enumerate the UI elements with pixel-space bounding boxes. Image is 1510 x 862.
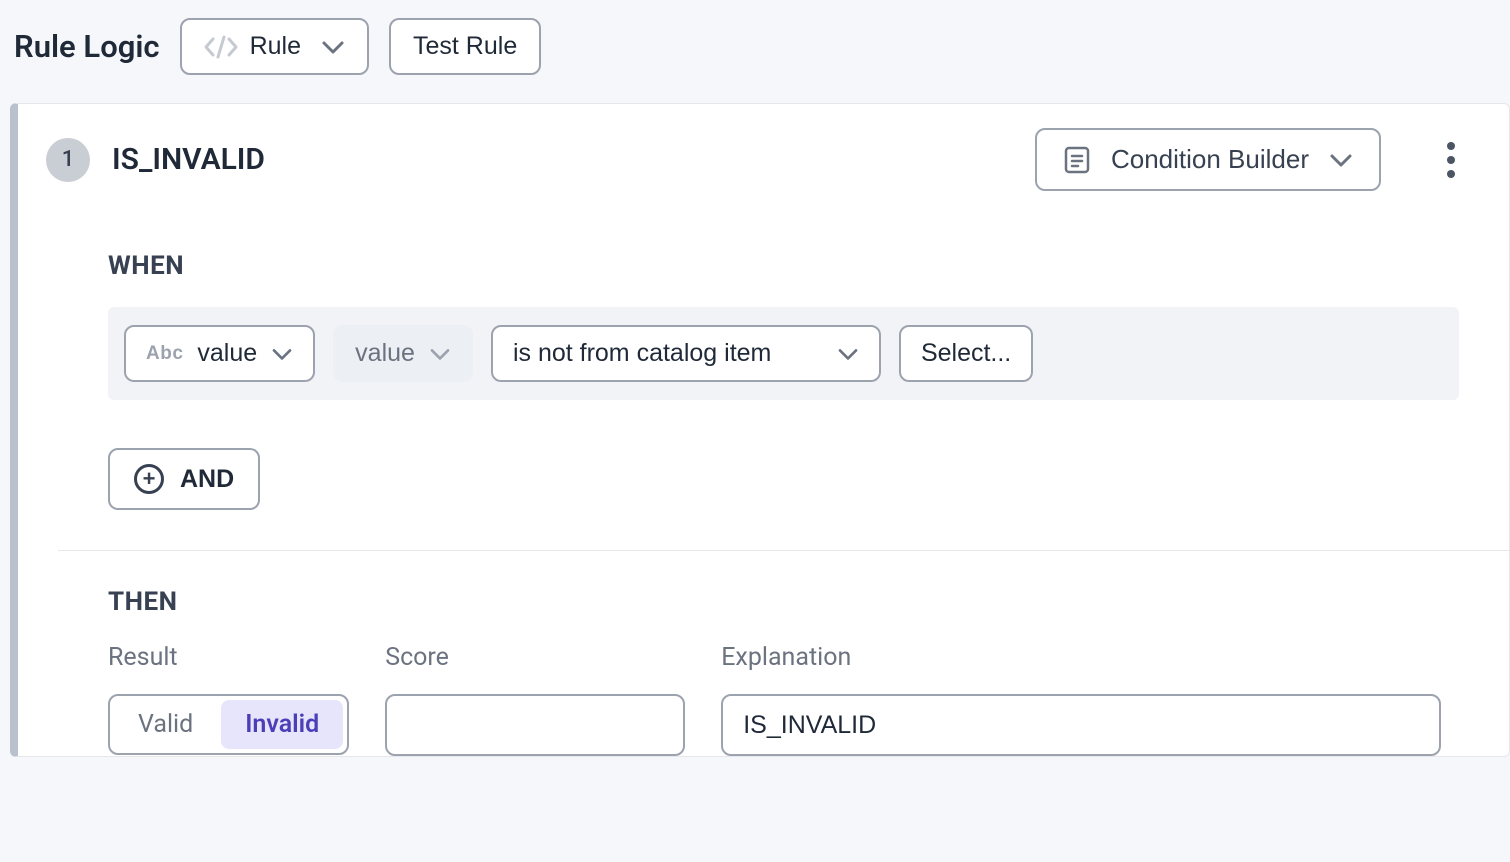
plus-circle-icon: + xyxy=(134,464,164,494)
explanation-column: Explanation xyxy=(721,643,1441,756)
result-toggle: Valid Invalid xyxy=(108,694,349,755)
document-icon xyxy=(1063,145,1091,175)
subfield-label: value xyxy=(355,339,415,368)
then-section: THEN Result Valid Invalid Score Explanat… xyxy=(58,551,1509,756)
field-selector[interactable]: Abc value xyxy=(124,325,315,382)
condition-row: Abc value value is not from catalog item xyxy=(108,307,1459,400)
rule-type-label: Rule xyxy=(250,32,301,61)
page-title: Rule Logic xyxy=(14,28,160,65)
score-input[interactable] xyxy=(385,694,685,756)
then-grid: Result Valid Invalid Score Explanation xyxy=(108,643,1459,756)
target-label: Select... xyxy=(921,339,1011,368)
code-icon xyxy=(204,35,238,59)
condition-builder-dropdown[interactable]: Condition Builder xyxy=(1035,128,1381,191)
chevron-down-icon xyxy=(837,346,859,362)
then-label: THEN xyxy=(108,587,1459,617)
header-row: Rule Logic Rule Test Rule xyxy=(0,0,1510,103)
rule-header: 1 IS_INVALID Condition Builder xyxy=(18,104,1509,215)
chevron-down-icon xyxy=(1329,151,1353,169)
operator-label: is not from catalog item xyxy=(513,339,771,368)
chevron-down-icon xyxy=(429,346,451,362)
result-column: Result Valid Invalid xyxy=(108,643,349,756)
score-column: Score xyxy=(385,643,685,756)
add-and-condition-button[interactable]: + AND xyxy=(108,448,260,510)
explanation-input[interactable] xyxy=(721,694,1441,756)
test-rule-button[interactable]: Test Rule xyxy=(389,18,541,75)
rule-more-menu[interactable] xyxy=(1433,138,1469,182)
field-label: value xyxy=(197,339,257,368)
result-option-valid[interactable]: Valid xyxy=(114,700,217,749)
result-label: Result xyxy=(108,643,349,672)
result-option-invalid[interactable]: Invalid xyxy=(221,700,343,749)
chevron-down-icon xyxy=(271,346,293,362)
when-section: WHEN Abc value value is not from ca xyxy=(58,215,1509,400)
and-label: AND xyxy=(180,465,234,494)
operator-selector[interactable]: is not from catalog item xyxy=(491,325,881,382)
test-rule-label: Test Rule xyxy=(413,32,517,61)
target-selector[interactable]: Select... xyxy=(899,325,1033,382)
subfield-selector[interactable]: value xyxy=(333,325,473,382)
rule-type-dropdown[interactable]: Rule xyxy=(180,18,369,75)
text-type-icon: Abc xyxy=(146,343,183,365)
explanation-label: Explanation xyxy=(721,643,1441,672)
rule-card: 1 IS_INVALID Condition Builder WHEN xyxy=(10,103,1510,757)
rule-body: WHEN Abc value value is not from ca xyxy=(58,215,1509,756)
score-label: Score xyxy=(385,643,685,672)
rule-number-badge: 1 xyxy=(46,138,90,182)
when-label: WHEN xyxy=(108,251,1459,281)
condition-builder-label: Condition Builder xyxy=(1111,144,1309,175)
rule-name: IS_INVALID xyxy=(112,142,1013,177)
chevron-down-icon xyxy=(321,38,345,56)
